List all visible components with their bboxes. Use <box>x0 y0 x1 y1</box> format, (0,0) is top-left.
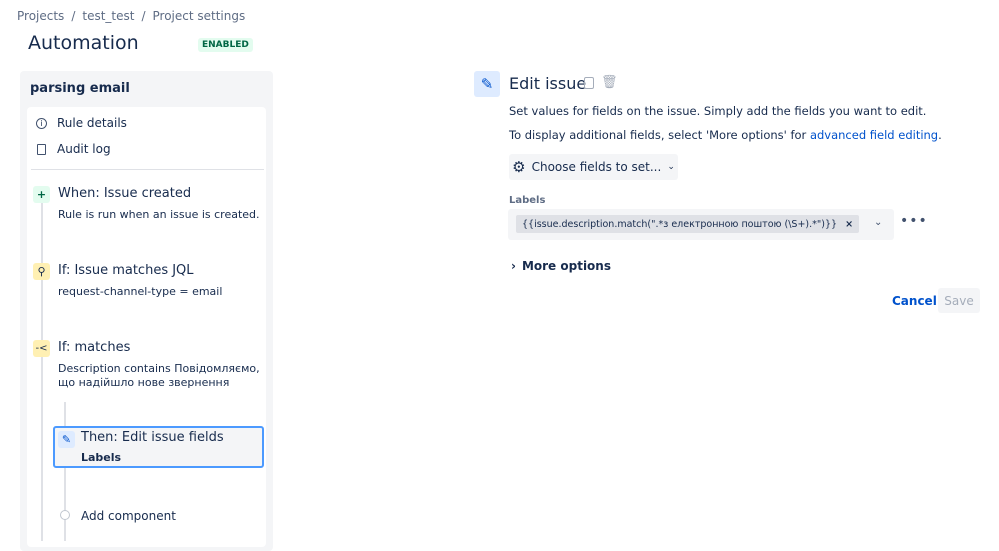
trash-icon[interactable]: 🗑 <box>601 75 618 90</box>
add-component-circle-icon <box>60 510 70 520</box>
step-desc: Rule is run when an issue is created. <box>58 208 260 221</box>
divider <box>31 169 264 170</box>
step-title: When: Issue created <box>58 186 192 201</box>
step-title: If: Issue matches JQL <box>58 263 194 278</box>
step-desc: Labels <box>81 451 122 464</box>
pencil-icon: ✎ <box>474 71 500 97</box>
breadcrumb-settings[interactable]: Project settings <box>153 9 246 23</box>
gear-icon: ⚙ <box>512 158 526 176</box>
chevron-down-icon[interactable]: ⌄ <box>874 217 882 228</box>
cancel-button[interactable]: Cancel <box>892 294 937 308</box>
add-component-button[interactable]: Add component <box>81 509 176 523</box>
editor-title: Edit issue <box>509 74 587 93</box>
choose-fields-label: Choose fields to set... <box>531 160 662 174</box>
remove-tag-icon[interactable]: × <box>845 219 853 230</box>
info-icon: i <box>36 117 47 129</box>
more-options-toggle[interactable]: › More options <box>511 259 611 273</box>
breadcrumb-project[interactable]: test_test <box>82 9 134 23</box>
branch-icon: -< <box>33 340 50 357</box>
copy-icon[interactable] <box>584 77 594 89</box>
pencil-icon: ✎ <box>58 431 75 448</box>
timeline-line <box>41 200 43 541</box>
rule-details-label: Rule details <box>57 116 127 130</box>
plus-icon: + <box>33 186 50 203</box>
chevron-down-icon: ⌄ <box>667 162 675 172</box>
advanced-field-editing-link[interactable]: advanced field editing <box>810 128 938 142</box>
editor-desc: Set values for fields on the issue. Simp… <box>509 104 927 118</box>
desc-text: To display additional fields, select 'Mo… <box>509 128 810 142</box>
audit-log-label: Audit log <box>57 142 111 156</box>
status-badge: ENABLED <box>198 38 253 52</box>
labels-field-label: Labels <box>509 195 546 206</box>
page-title: Automation <box>28 32 139 54</box>
step-title: Then: Edit issue fields <box>81 430 224 445</box>
rule-card <box>27 107 266 547</box>
rule-name: parsing email <box>30 81 130 96</box>
choose-fields-button[interactable]: ⚙ Choose fields to set... ⌄ <box>509 154 678 180</box>
step-action-edit-issue[interactable]: ✎ Then: Edit issue fields Labels <box>53 426 264 468</box>
more-options-label: More options <box>521 259 611 273</box>
breadcrumb: Projects / test_test / Project settings <box>17 9 246 23</box>
label-tag: {{issue.description.match(".*з електронн… <box>516 215 860 233</box>
save-button[interactable]: Save <box>938 288 980 313</box>
branch-line <box>64 402 66 541</box>
search-icon: ⚲ <box>33 263 50 280</box>
document-icon <box>37 143 46 155</box>
breadcrumb-projects[interactable]: Projects <box>17 9 64 23</box>
desc-end: . <box>938 128 942 142</box>
editor-desc-2: To display additional fields, select 'Mo… <box>509 128 942 142</box>
label-tag-text: {{issue.description.match(".*з електронн… <box>522 218 838 230</box>
step-desc: request-channel-type = email <box>58 285 223 298</box>
step-desc: Description contains Повідомляємо, що на… <box>58 362 260 389</box>
rule-details-link[interactable]: i Rule details <box>36 116 127 130</box>
chevron-right-icon: › <box>511 259 516 273</box>
step-title: If: matches <box>58 340 131 355</box>
audit-log-link[interactable]: Audit log <box>36 142 111 156</box>
labels-select[interactable]: {{issue.description.match(".*з електронн… <box>508 209 894 240</box>
more-actions-icon[interactable]: ••• <box>900 213 928 229</box>
